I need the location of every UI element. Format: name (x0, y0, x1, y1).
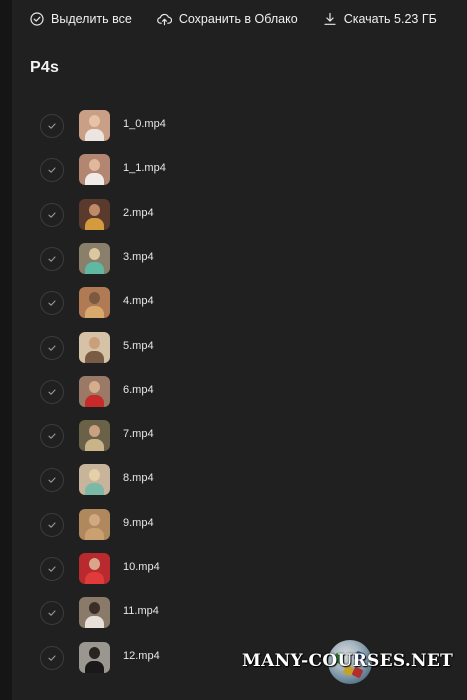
file-row[interactable]: 3.mp4 (0, 237, 467, 281)
file-select-checkbox[interactable] (40, 468, 64, 493)
file-select-checkbox[interactable] (40, 645, 64, 670)
file-select-checkbox[interactable] (40, 291, 64, 316)
file-row[interactable]: 1_0.mp4 (0, 104, 467, 148)
folder-title: P4s (30, 59, 60, 76)
file-row[interactable]: 11.mp4 (0, 591, 467, 635)
watermark-text: MANY-COURSES.NET (242, 651, 454, 671)
checkmark-icon (48, 167, 56, 174)
file-name[interactable]: 12.mp4 (123, 650, 160, 662)
checkmark-icon (48, 566, 56, 572)
checkmark-icon (48, 610, 56, 617)
file-row[interactable]: 5.mp4 (0, 326, 467, 370)
cloud-upload-icon (156, 12, 172, 26)
video-thumbnail (79, 508, 110, 540)
video-thumbnail (79, 198, 110, 230)
file-name[interactable]: 1_1.mp4 (123, 162, 166, 174)
checkmark-icon (48, 389, 56, 395)
video-thumbnail (79, 464, 110, 496)
file-name[interactable]: 9.mp4 (123, 517, 154, 529)
checkmark-icon (48, 522, 56, 528)
file-row[interactable]: 2.mp4 (0, 193, 467, 237)
video-thumbnail (79, 287, 110, 319)
video-thumbnail (79, 242, 110, 274)
file-row[interactable]: 1_1.mp4 (0, 148, 467, 192)
file-row[interactable]: 4.mp4 (0, 281, 467, 325)
video-thumbnail (79, 375, 110, 407)
checkmark-icon (48, 477, 56, 484)
download-icon (323, 12, 337, 26)
save-to-cloud-button[interactable]: Сохранить в Облако (156, 12, 298, 26)
checkmark-icon (48, 212, 56, 218)
file-select-checkbox[interactable] (40, 379, 64, 404)
file-select-checkbox[interactable] (40, 335, 64, 360)
video-thumbnail (79, 420, 110, 452)
video-thumbnail (79, 331, 110, 363)
download-button[interactable]: Скачать 5.23 ГБ (323, 12, 437, 26)
file-select-checkbox[interactable] (40, 424, 64, 449)
file-name[interactable]: 1_0.mp4 (123, 118, 166, 130)
file-row[interactable]: 9.mp4 (0, 503, 467, 547)
file-name[interactable]: 11.mp4 (123, 605, 159, 617)
file-select-checkbox[interactable] (40, 557, 64, 581)
video-thumbnail (79, 597, 110, 629)
checkmark-icon (48, 256, 56, 262)
file-row[interactable]: 8.mp4 (0, 458, 467, 502)
file-select-checkbox[interactable] (40, 158, 64, 183)
file-name[interactable]: 7.mp4 (123, 428, 154, 440)
video-thumbnail (79, 110, 110, 141)
checkmark-icon (48, 344, 56, 351)
file-name[interactable]: 4.mp4 (123, 295, 154, 307)
select-all-button[interactable]: Выделить все (30, 12, 132, 26)
checkmark-icon (48, 300, 56, 306)
file-select-checkbox[interactable] (40, 512, 64, 537)
file-row[interactable]: 10.mp4 (0, 547, 467, 591)
file-select-checkbox[interactable] (40, 202, 64, 227)
file-name[interactable]: 3.mp4 (123, 251, 154, 263)
file-name[interactable]: 8.mp4 (123, 472, 154, 484)
file-select-checkbox[interactable] (40, 114, 64, 138)
select-all-label: Выделить все (51, 12, 132, 26)
video-thumbnail (79, 553, 110, 584)
file-name[interactable]: 5.mp4 (123, 340, 154, 352)
save-to-cloud-label: Сохранить в Облако (178, 12, 298, 26)
check-circle-icon (30, 12, 44, 26)
file-name[interactable]: 6.mp4 (123, 384, 154, 396)
file-name[interactable]: 10.mp4 (123, 561, 160, 573)
file-row[interactable]: 7.mp4 (0, 414, 467, 458)
toolbar: Выделить все Сохранить в Облако Скачать … (30, 9, 437, 29)
checkmark-icon (48, 123, 56, 129)
download-label: Скачать 5.23 ГБ (343, 12, 437, 26)
checkmark-icon (48, 433, 56, 439)
file-select-checkbox[interactable] (40, 601, 64, 626)
file-name[interactable]: 2.mp4 (123, 207, 154, 219)
video-thumbnail (79, 154, 110, 186)
checkmark-icon (48, 655, 56, 661)
file-select-checkbox[interactable] (40, 246, 64, 271)
file-row[interactable]: 6.mp4 (0, 370, 467, 414)
video-thumbnail (79, 641, 110, 673)
